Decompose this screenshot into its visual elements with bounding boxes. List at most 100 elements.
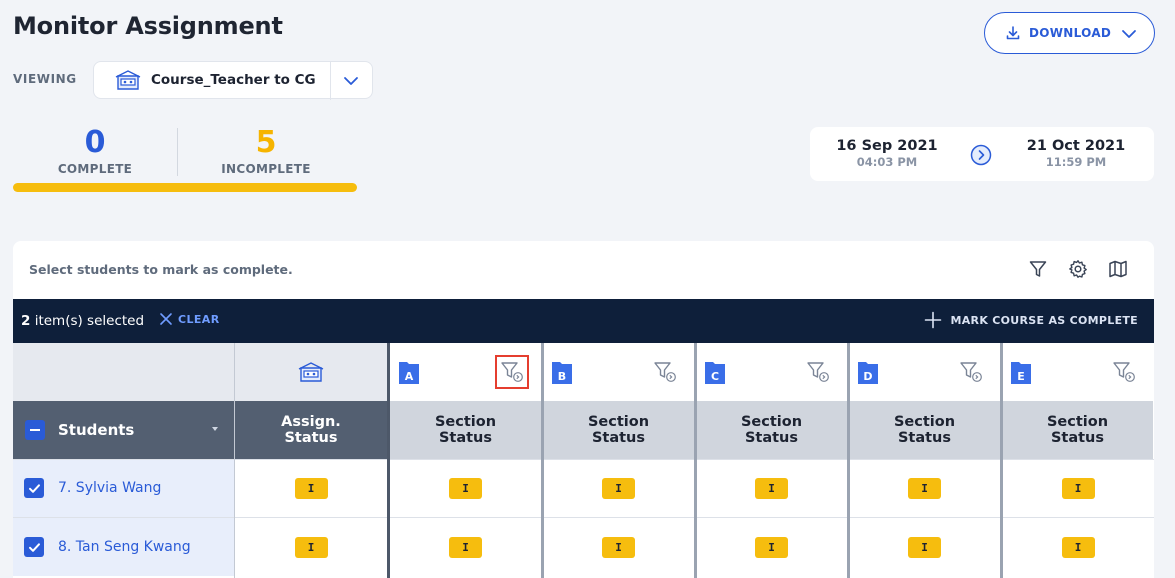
incomplete-stat: 5 INCOMPLETE — [206, 125, 326, 177]
select-divider — [330, 62, 331, 100]
status-badge[interactable]: I — [908, 477, 941, 499]
table-panel-header: Select students to mark as complete. — [13, 241, 1154, 301]
student-name-link[interactable]: 7. Sylvia Wang — [58, 480, 161, 496]
mark-course-complete-button[interactable]: MARK COURSE AS COMPLETE — [924, 311, 1138, 329]
end-time-value: 11:59 PM — [1045, 155, 1107, 169]
section-status-cell: I — [1002, 459, 1154, 517]
row-divider — [13, 517, 1154, 518]
sec-hdr-line1: Section — [587, 414, 650, 430]
row-checkbox[interactable] — [24, 478, 44, 498]
section-letter: B — [558, 370, 566, 383]
classroom-icon — [115, 70, 141, 90]
row-checkbox[interactable] — [24, 537, 44, 557]
filter-icon[interactable] — [1111, 359, 1137, 385]
section-status-header: Section Status — [849, 401, 1000, 459]
date-range: 16 Sep 2021 04:03 PM 21 Oct 2021 11:59 P… — [810, 127, 1154, 181]
status-badge[interactable]: I — [294, 477, 328, 499]
section-status-header: Section Status — [696, 401, 847, 459]
start-time-value: 04:03 PM — [856, 155, 918, 169]
mark-course-label: MARK COURSE AS COMPLETE — [950, 313, 1138, 327]
column-divider — [1000, 343, 1003, 578]
sec-hdr-line1: Section — [434, 414, 497, 430]
status-badge[interactable]: I — [908, 536, 941, 558]
status-badge[interactable]: I — [449, 477, 482, 499]
chevron-down-icon[interactable] — [342, 72, 360, 90]
folder-icon: C — [705, 362, 725, 384]
complete-count: 0 — [84, 125, 106, 160]
filter-icon[interactable] — [1028, 259, 1048, 279]
filter-icon[interactable] — [495, 355, 529, 389]
section-d-header: D — [849, 343, 1000, 401]
sec-hdr-line2: Status — [438, 430, 493, 446]
section-status-header: Section Status — [1002, 401, 1153, 459]
sec-hdr-line1: Section — [893, 414, 956, 430]
filter-icon[interactable] — [652, 359, 678, 385]
classroom-icon — [298, 362, 324, 382]
sec-hdr-line2: Status — [1050, 430, 1105, 446]
sec-hdr-line1: Section — [740, 414, 803, 430]
deselect-all-checkbox[interactable] — [25, 420, 45, 440]
students-header-label: Students — [58, 421, 135, 439]
status-badge[interactable]: I — [602, 536, 635, 558]
incomplete-label: INCOMPLETE — [221, 162, 311, 176]
filter-icon[interactable] — [958, 359, 984, 385]
sec-hdr-line2: Status — [897, 430, 952, 446]
assignment-table: A B C D E Students Assign. Status Sectio… — [13, 343, 1154, 578]
folder-icon: B — [552, 362, 572, 384]
section-letter: E — [1017, 370, 1025, 383]
filter-icon[interactable] — [805, 359, 831, 385]
chevron-down-icon — [1122, 30, 1136, 38]
close-icon — [160, 313, 172, 325]
selected-count-number: 2 — [21, 313, 31, 329]
status-badge[interactable]: I — [1061, 536, 1095, 558]
selection-bar: 2 item(s) selected CLEAR MARK COURSE AS … — [13, 299, 1154, 343]
completion-progress-bar — [13, 183, 357, 192]
status-badge[interactable]: I — [602, 477, 635, 499]
end-date: 21 Oct 2021 11:59 PM — [1016, 138, 1136, 169]
student-name-link[interactable]: 8. Tan Seng Kwang — [58, 539, 191, 555]
arrow-right-circle-icon — [970, 144, 992, 166]
column-divider — [694, 343, 697, 578]
section-status-header: Section Status — [543, 401, 694, 459]
clear-label: CLEAR — [178, 312, 220, 326]
section-b-header: B — [543, 343, 694, 401]
status-badge[interactable]: I — [755, 536, 788, 558]
section-status-header: Section Status — [390, 401, 541, 459]
map-icon[interactable] — [1108, 259, 1128, 279]
section-e-header: E — [1002, 343, 1153, 401]
table-row[interactable]: 7. Sylvia Wang — [13, 459, 234, 517]
sec-hdr-line2: Status — [744, 430, 799, 446]
plus-icon — [925, 311, 942, 329]
selected-count: 2 item(s) selected — [21, 313, 144, 329]
sec-hdr-line2: Status — [591, 430, 646, 446]
section-status-cell: I — [543, 459, 694, 517]
status-badge[interactable]: I — [1061, 477, 1095, 499]
status-badge[interactable]: I — [294, 536, 328, 558]
download-icon — [1006, 26, 1020, 40]
section-status-cell: I — [543, 518, 694, 576]
students-column-header[interactable]: Students — [13, 401, 234, 459]
stat-divider — [177, 128, 178, 176]
viewing-select[interactable]: Course_Teacher to CG — [93, 61, 373, 100]
table-row[interactable]: 8. Tan Seng Kwang — [13, 518, 234, 576]
sort-caret-icon[interactable] — [212, 427, 218, 431]
status-badge[interactable]: I — [449, 536, 482, 558]
complete-label: COMPLETE — [57, 162, 133, 176]
complete-stat: 0 COMPLETE — [40, 125, 150, 177]
incomplete-count: 5 — [255, 125, 277, 160]
section-a-header: A — [390, 343, 541, 401]
folder-icon: E — [1011, 362, 1031, 384]
assign-status-cell: I — [235, 518, 387, 576]
section-status-cell: I — [849, 459, 1000, 517]
folder-icon: A — [399, 362, 419, 384]
clear-selection-button[interactable]: CLEAR — [159, 312, 220, 326]
viewing-selected-value: Course_Teacher to CG — [151, 72, 316, 88]
section-letter: C — [711, 370, 719, 383]
checkmark-icon — [28, 483, 40, 493]
section-status-cell: I — [1002, 518, 1154, 576]
download-label: DOWNLOAD — [1029, 26, 1112, 40]
status-badge[interactable]: I — [755, 477, 788, 499]
download-button[interactable]: DOWNLOAD — [984, 12, 1155, 54]
gear-icon[interactable] — [1068, 259, 1088, 279]
section-status-cell: I — [390, 459, 541, 517]
